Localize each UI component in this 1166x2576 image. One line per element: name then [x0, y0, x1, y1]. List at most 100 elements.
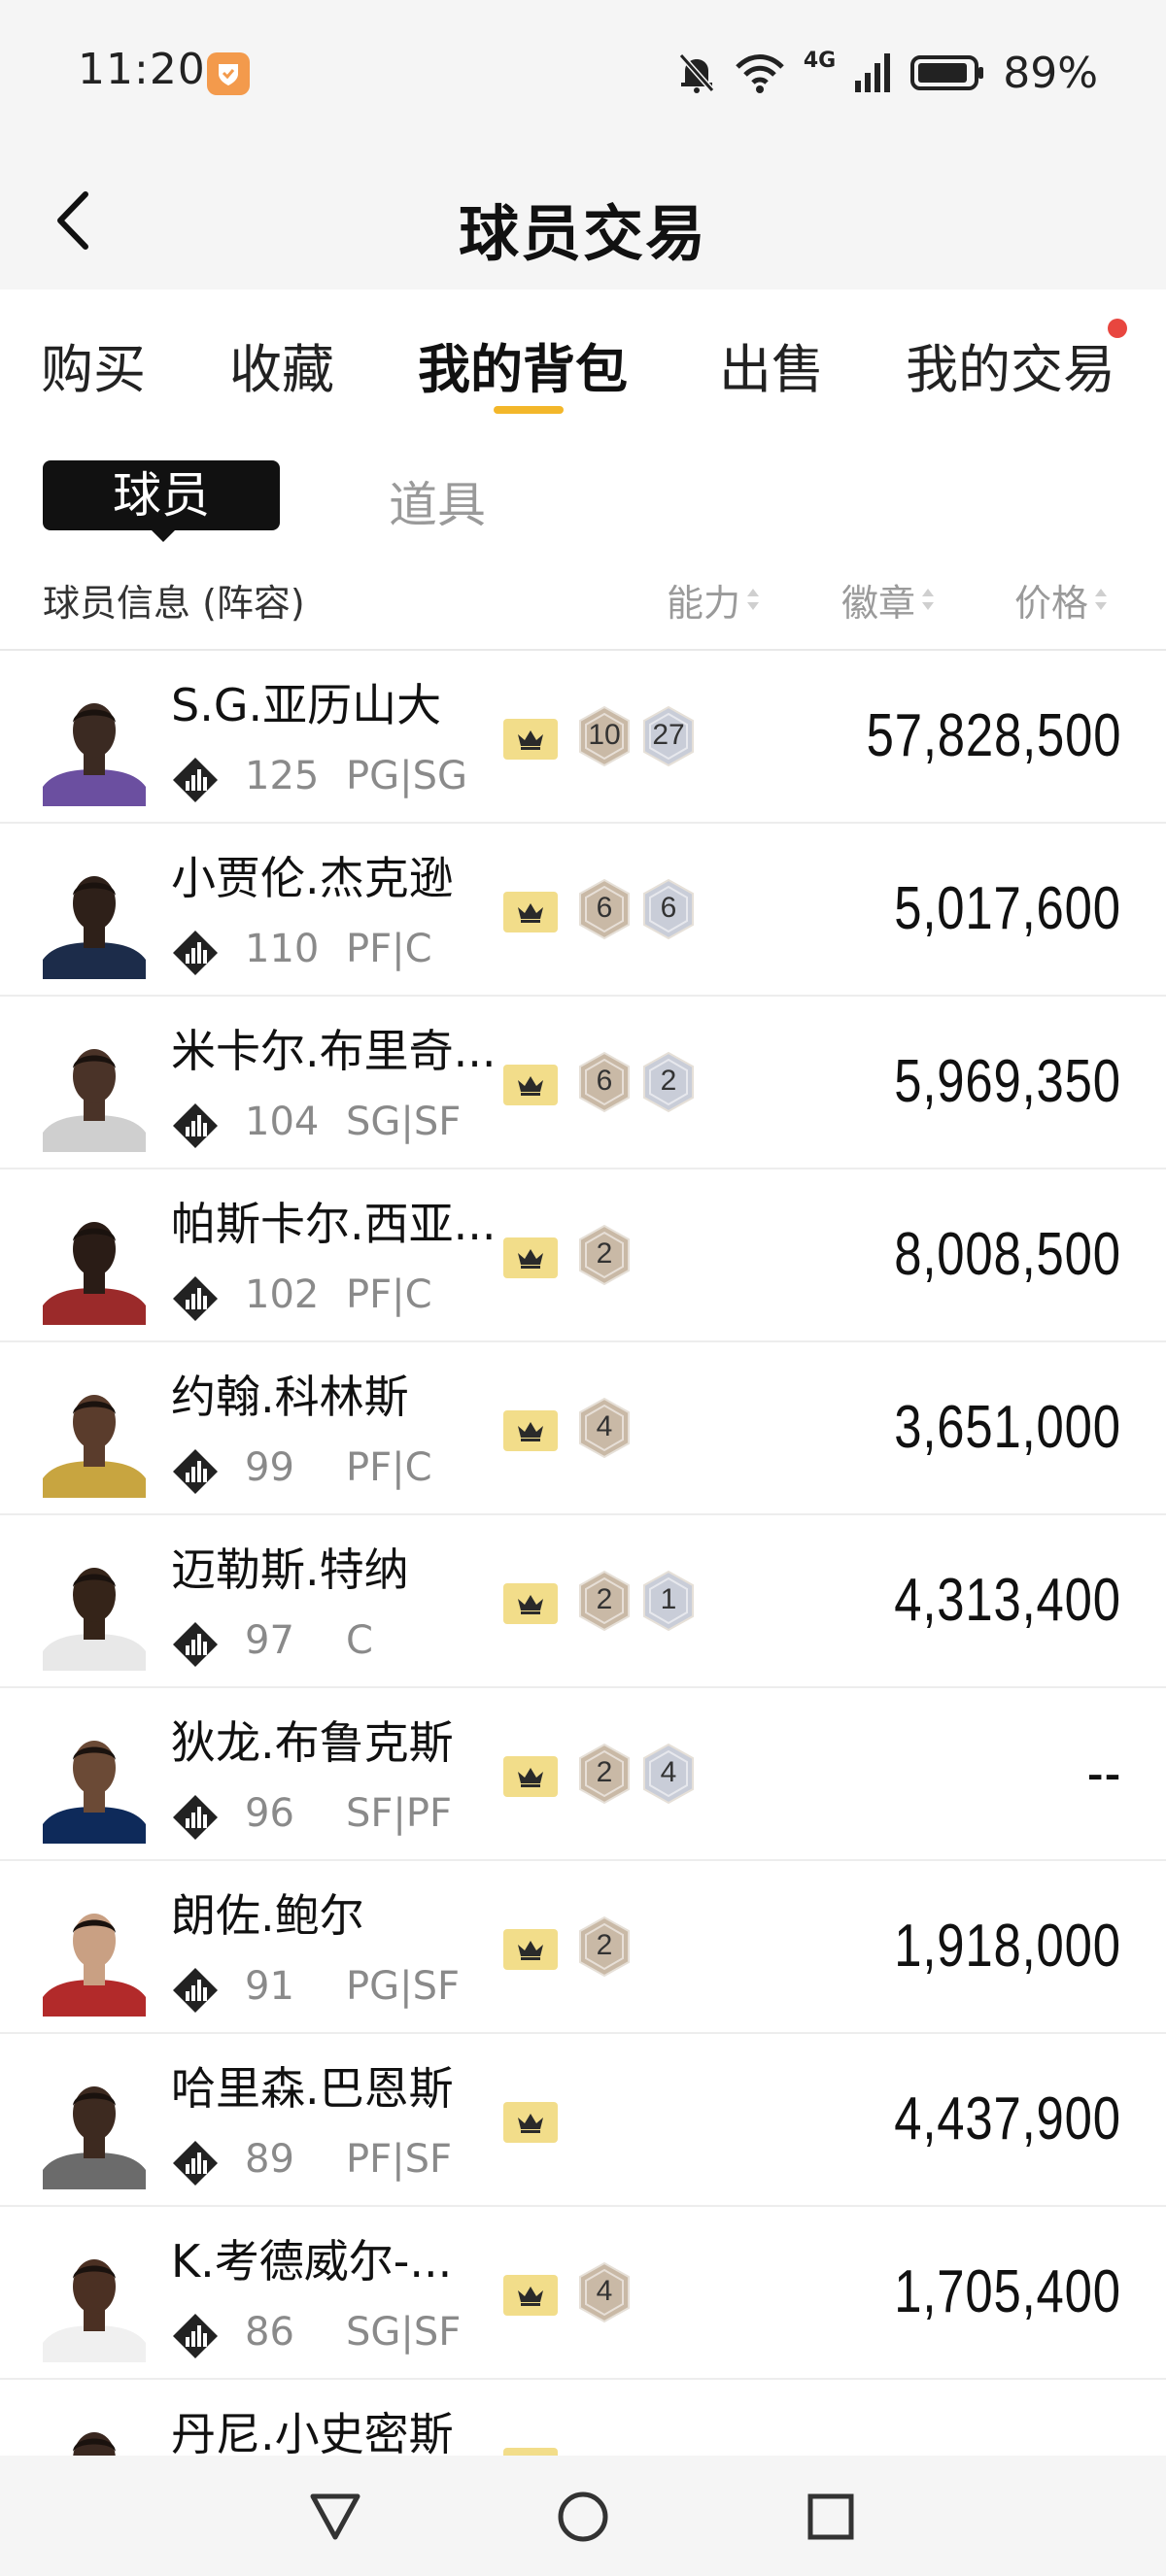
- tab-my-trades[interactable]: 我的交易: [906, 326, 1115, 403]
- rating-icon: [171, 929, 220, 981]
- player-name: 小贾伦.杰克逊: [171, 852, 454, 904]
- crown-icon: [518, 730, 543, 750]
- badge-count: 6: [596, 1065, 613, 1097]
- badge-count: 6: [596, 892, 613, 924]
- player-row[interactable]: S.G.亚历山大 125 PG|SG 10 27 57,828,500: [0, 651, 1166, 824]
- player-price: 4,437,900: [894, 2085, 1121, 2152]
- wifi-icon: [736, 54, 784, 93]
- badge-count-hex: 6: [641, 878, 696, 940]
- crown-badge: [503, 1929, 558, 1970]
- status-bar: 11:20 4G 89%: [0, 0, 1166, 146]
- badge-count: 10: [588, 719, 621, 751]
- nav-recents-button[interactable]: [797, 2483, 865, 2551]
- player-position: PG|SG: [346, 754, 467, 798]
- player-price: 57,828,500: [866, 702, 1121, 769]
- nav-back-button[interactable]: [301, 2483, 369, 2551]
- crown-badge: [503, 1410, 558, 1451]
- player-position: PF|C: [346, 927, 432, 971]
- badge-count-hex: 6: [577, 878, 632, 940]
- player-rating: 96: [245, 1791, 294, 1836]
- badge-count-hex: 4: [641, 1743, 696, 1805]
- player-row[interactable]: 小贾伦.杰克逊 110 PF|C 6 6 5,017,600: [0, 824, 1166, 997]
- player-row[interactable]: 米卡尔.布里奇... 104 SG|SF 6 2 5,969,350: [0, 997, 1166, 1169]
- badge-count: 2: [596, 1929, 613, 1961]
- player-rating: 86: [245, 2310, 294, 2355]
- player-name: S.G.亚历山大: [171, 679, 442, 731]
- player-row[interactable]: K.考德威尔-... 86 SG|SF 4 1,705,400: [0, 2207, 1166, 2380]
- crown-badge: [503, 719, 558, 760]
- player-row[interactable]: 狄龙.布鲁克斯 96 SF|PF 2 4 --: [0, 1688, 1166, 1861]
- nav-home-button[interactable]: [549, 2483, 617, 2551]
- sort-price[interactable]: 价格: [1014, 573, 1108, 627]
- player-price: 5,969,350: [894, 1048, 1121, 1115]
- badge-count: 2: [660, 1065, 677, 1097]
- crown-badge: [503, 2275, 558, 2316]
- crown-badge: [503, 1237, 558, 1278]
- player-list: S.G.亚历山大 125 PG|SG 10 27 57,828,500 小贾伦.杰克逊 110…: [0, 651, 1166, 2456]
- player-price: 4,313,400: [894, 1567, 1121, 1634]
- player-name: 迈勒斯.特纳: [171, 1543, 409, 1596]
- badge-count-hex: 6: [577, 1051, 632, 1113]
- square-recents-icon: [807, 2493, 854, 2540]
- player-price: 1,918,000: [894, 1913, 1121, 1980]
- player-avatar: [43, 1026, 146, 1152]
- crown-badge: [503, 1583, 558, 1624]
- rating-icon: [171, 1793, 220, 1846]
- signal-icon: [855, 53, 891, 92]
- network-type: 4G: [803, 49, 837, 73]
- sort-ability[interactable]: 能力: [667, 573, 760, 627]
- crown-icon: [518, 1076, 543, 1096]
- player-row[interactable]: 哈里森.巴恩斯 89 PF|SF 4,437,900: [0, 2034, 1166, 2207]
- player-row[interactable]: 迈勒斯.特纳 97 C 2 1 4,313,400: [0, 1515, 1166, 1688]
- player-avatar: [43, 680, 146, 806]
- player-position: PF|SF: [346, 2137, 453, 2182]
- player-avatar: [43, 2063, 146, 2189]
- sort-badges-label: 徽章: [841, 582, 916, 625]
- tab-sell[interactable]: 出售: [719, 326, 824, 403]
- player-rating: 104: [245, 1100, 320, 1144]
- sort-price-label: 价格: [1014, 582, 1089, 625]
- subtab-players[interactable]: 球员: [43, 460, 280, 542]
- player-rating: 89: [245, 2137, 294, 2182]
- sort-arrows-icon: [1094, 586, 1108, 615]
- badge-count: 2: [596, 1756, 613, 1788]
- player-position: PG|SF: [346, 1964, 460, 2009]
- crown-badge: [503, 1756, 558, 1797]
- badge-count: 4: [596, 2275, 613, 2307]
- tab-buy[interactable]: 购买: [41, 326, 146, 403]
- player-avatar: [43, 1544, 146, 1671]
- player-name: 哈里森.巴恩斯: [171, 2062, 454, 2115]
- rating-icon: [171, 2312, 220, 2364]
- badge-count: 1: [660, 1583, 677, 1615]
- player-avatar: [43, 2409, 146, 2456]
- column-header: 球员信息 (阵容) 能力 徽章 价格: [0, 563, 1166, 651]
- player-avatar: [43, 2236, 146, 2362]
- rating-icon: [171, 1620, 220, 1673]
- active-tab-indicator: [494, 406, 564, 414]
- badge-count: 2: [596, 1583, 613, 1615]
- player-rating: 110: [245, 927, 320, 971]
- player-name: 约翰.科林斯: [171, 1371, 409, 1423]
- player-name: K.考德威尔-...: [171, 2235, 453, 2288]
- player-rating: 125: [245, 754, 320, 798]
- player-row[interactable]: 朗佐.鲍尔 91 PG|SF 2 1,918,000: [0, 1861, 1166, 2034]
- main-tabs: 购买 收藏 我的背包 出售 我的交易: [0, 289, 1166, 425]
- player-position: PF|C: [346, 1272, 432, 1317]
- crown-icon: [518, 1595, 543, 1614]
- player-row[interactable]: 帕斯卡尔.西亚... 102 PF|C 2 8,008,500: [0, 1169, 1166, 1342]
- rating-icon: [171, 1447, 220, 1500]
- crown-icon: [518, 1249, 543, 1269]
- badge-count-hex: 2: [577, 1224, 632, 1286]
- sort-badges[interactable]: 徽章: [841, 573, 935, 627]
- tab-my-backpack[interactable]: 我的背包: [418, 326, 628, 403]
- subtab-items[interactable]: 道具: [389, 466, 486, 536]
- player-row[interactable]: 约翰.科林斯 99 PF|C 4 3,651,000: [0, 1342, 1166, 1515]
- triangle-back-icon: [310, 2493, 360, 2540]
- player-rating: 99: [245, 1445, 294, 1490]
- badge-count-hex: 2: [577, 1915, 632, 1978]
- tab-favorites[interactable]: 收藏: [229, 326, 334, 403]
- player-name: 帕斯卡尔.西亚...: [171, 1198, 497, 1250]
- player-price: --: [1086, 1740, 1121, 1807]
- player-row[interactable]: 丹尼.小史密斯: [0, 2380, 1166, 2456]
- player-position: SG|SF: [346, 1100, 462, 1144]
